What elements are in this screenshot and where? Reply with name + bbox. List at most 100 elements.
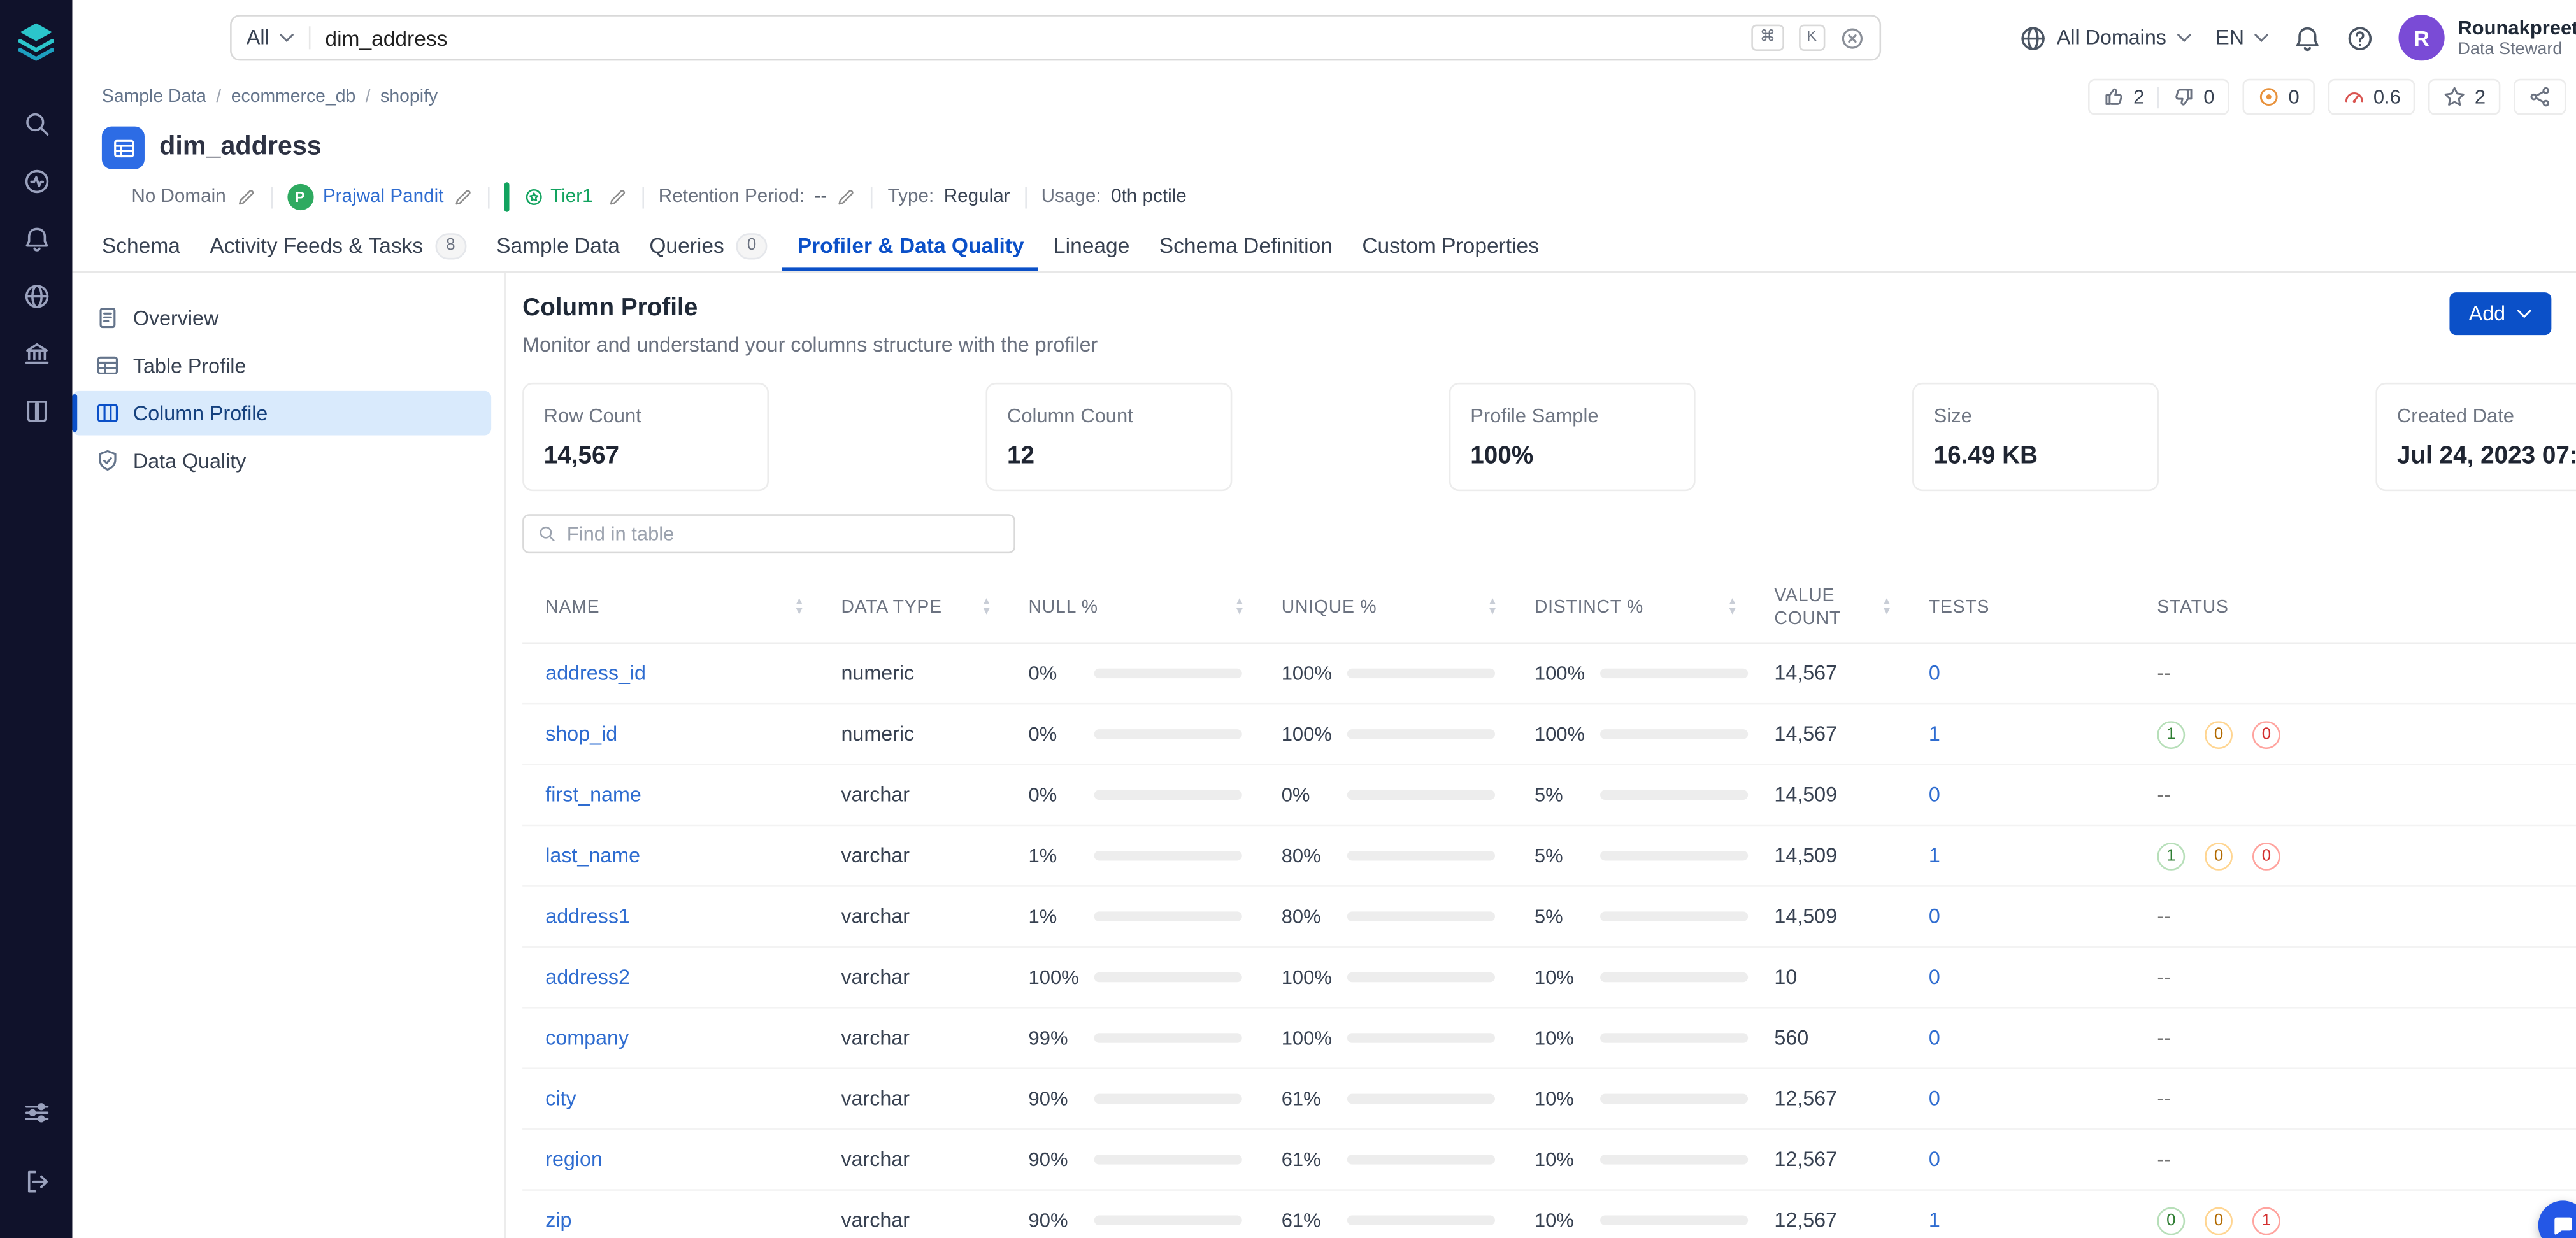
search-input[interactable] [325,25,1737,50]
find-in-table-box[interactable] [522,514,1015,554]
test-status-aborted-badge: 0 [2205,841,2233,870]
sort-icon[interactable]: ▲ ▼ [1727,597,1738,618]
globe-icon[interactable] [13,273,59,318]
sort-icon[interactable]: ▲ ▼ [794,597,805,618]
tests-count-link[interactable]: 0 [1929,662,1940,685]
table-body: address_id numeric 0% 100% 100% 14,567 0 -- shop… [522,644,2576,1238]
sliders-icon[interactable] [13,1089,59,1135]
like-button[interactable]: 2 [2102,85,2144,108]
column-profile-table: NAME ▲ ▼ DATA TYPE ▲ ▼ NULL % ▲ ▼ UNIQUE % ▲ ▼ DISTI… [522,573,2576,1238]
sort-icon[interactable]: ▲ ▼ [1234,597,1245,618]
column-name-link[interactable]: address2 [545,966,630,989]
distinct-bar [1600,1033,1749,1043]
search-scope-label: All [246,26,269,50]
open-tasks-button[interactable]: 0 [2258,85,2300,108]
tests-count-link[interactable]: 1 [1929,723,1940,746]
tests-count-link[interactable]: 0 [1929,783,1940,806]
column-header-unique: UNIQUE % ▲ ▼ [1281,596,1499,618]
null-bar [1094,850,1242,861]
breadcrumb-link-shopify[interactable]: shopify [380,87,438,107]
column-name-link[interactable]: address_id [545,662,646,685]
distinct-bar [1600,1215,1749,1226]
column-name-link[interactable]: shop_id [545,723,617,746]
tab-schema[interactable]: Schema [87,220,195,271]
global-search-bar[interactable]: All ⌘ K [230,15,1882,61]
test-status-aborted-badge: 0 [2205,720,2233,748]
language-dropdown[interactable]: EN [2215,26,2268,49]
user-menu[interactable]: R Rounakpreet... Data Steward [2398,15,2576,61]
summary-card-profile-sample: Profile Sample 100% [1449,382,1696,492]
tests-count-link[interactable]: 1 [1929,1209,1940,1232]
share-button[interactable] [2528,85,2551,108]
observe-icon[interactable] [13,158,59,204]
bank-icon[interactable] [13,330,59,376]
tests-count-link[interactable]: 0 [1929,1148,1940,1171]
tests-count-link[interactable]: 1 [1929,844,1940,867]
column-name-link[interactable]: region [545,1148,603,1171]
sidebar-item-data-quality[interactable]: Data Quality [72,439,491,483]
clear-search-icon[interactable] [1840,25,1865,50]
find-in-table-input[interactable] [566,522,1001,546]
owner-name[interactable]: Prajwal Pandit [323,187,444,207]
task-count: 0 [2288,85,2300,109]
type-label: Type: [887,187,934,207]
data-quality-icon [96,448,120,473]
tab-schema-definition[interactable]: Schema Definition [1145,220,1348,271]
notifications-bell-icon[interactable] [2293,24,2321,52]
sort-icon[interactable]: ▲ ▼ [1882,597,1893,618]
table-header-row: NAME ▲ ▼ DATA TYPE ▲ ▼ NULL % ▲ ▼ UNIQUE % ▲ ▼ DISTI… [522,573,2576,644]
star-button[interactable]: 2 [2444,85,2486,108]
explore-icon[interactable] [13,100,59,146]
status-cell: -- [2134,905,2576,928]
alerts-icon[interactable] [13,215,59,261]
tab-lineage[interactable]: Lineage [1039,220,1145,271]
edit-tier-icon[interactable] [608,187,627,207]
column-name-link[interactable]: company [545,1027,629,1049]
dislike-button[interactable]: 0 [2172,85,2214,108]
table-profile-icon [96,353,120,378]
user-avatar: R [2398,15,2445,61]
tests-count-link[interactable]: 0 [1929,1087,1940,1110]
value-count-cell: 14,509 [1774,783,1838,807]
tab-sample-data[interactable]: Sample Data [482,220,634,271]
tests-count-link[interactable]: 0 [1929,966,1940,989]
app-logo-icon[interactable] [15,20,57,62]
help-icon[interactable] [2346,24,2374,52]
edit-owner-icon[interactable] [454,187,473,207]
search-scope-dropdown[interactable]: All [246,26,311,50]
topbar-right: All Domains EN R Rounakpreet... Data Ste… [1881,15,2576,61]
breadcrumb-link-sample-data[interactable]: Sample Data [102,87,206,107]
quality-score-button[interactable]: 0.6 [2342,85,2401,108]
tier-meta: Tier1 [524,187,593,207]
sort-icon[interactable]: ▲ ▼ [981,597,992,618]
logout-icon[interactable] [13,1158,59,1204]
sidebar-item-column-profile[interactable]: Column Profile [72,390,492,436]
book-icon[interactable] [13,388,59,434]
sidebar-item-table-profile[interactable]: Table Profile [72,343,491,388]
tab-queries[interactable]: Queries 0 [634,220,782,271]
sort-icon[interactable]: ▲ ▼ [1487,597,1498,618]
breadcrumb-link-ecommerce-db[interactable]: ecommerce_db [231,87,356,107]
column-name-link[interactable]: city [545,1087,576,1110]
column-name-link[interactable]: first_name [545,783,641,806]
status-cell: 100 [2134,841,2576,870]
column-name-link[interactable]: address1 [545,905,630,928]
edit-domain-icon[interactable] [236,187,255,207]
data-type-cell: varchar [841,844,910,867]
tab-profiler-data-quality[interactable]: Profiler & Data Quality [782,220,1038,271]
tab-activity-feeds-tasks[interactable]: Activity Feeds & Tasks 8 [195,220,482,271]
tab-custom-properties[interactable]: Custom Properties [1347,220,1554,271]
edit-retention-icon[interactable] [837,187,857,207]
add-button[interactable]: Add [2449,292,2552,336]
tests-count-link[interactable]: 0 [1929,905,1940,928]
status-cell: -- [2134,1027,2576,1049]
breadcrumb-row: Sample Data / ecommerce_db / shopify 2 0 [72,76,2576,118]
domains-dropdown[interactable]: All Domains [2019,24,2191,52]
column-name-link[interactable]: last_name [545,844,640,867]
column-name-link[interactable]: zip [545,1209,571,1232]
distinct-bar [1600,850,1749,861]
profiler-body: Overview Table Profile Column Profile Data … [72,273,2576,1238]
column-header-status: STATUS [2157,597,2229,618]
sidebar-item-overview[interactable]: Overview [72,295,491,340]
tests-count-link[interactable]: 0 [1929,1027,1940,1049]
